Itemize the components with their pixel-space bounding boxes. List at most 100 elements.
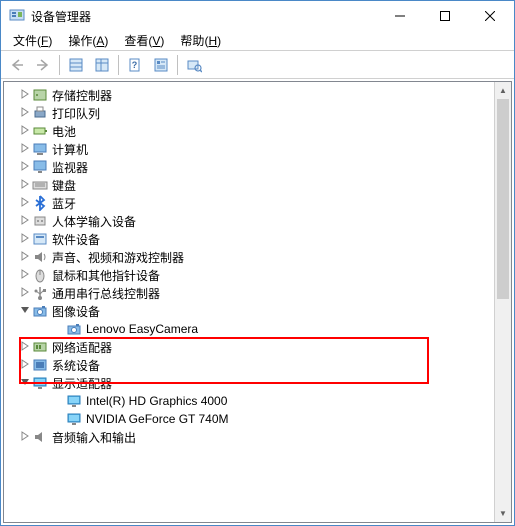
expand-icon[interactable] [18,251,32,264]
properties-button[interactable] [149,53,173,77]
device-tree-child-item[interactable]: NVIDIA GeForce GT 740M [4,410,494,428]
app-icon [9,8,25,24]
device-tree-child-item[interactable]: Intel(R) HD Graphics 4000 [4,392,494,410]
forward-button[interactable] [31,53,55,77]
menubar: 文件(F) 操作(A) 查看(V) 帮助(H) [1,31,514,51]
tree-item-label: 系统设备 [52,357,100,374]
device-tree-item[interactable]: 图像设备 [4,302,494,320]
menu-file[interactable]: 文件(F) [5,31,60,50]
tree-item-label: 软件设备 [52,231,100,248]
computer-icon [32,141,48,157]
collapse-icon[interactable] [18,377,32,390]
tree-item-label: 音频输入和输出 [52,429,136,446]
display-icon [66,411,82,427]
scroll-up-arrow[interactable]: ▲ [495,82,511,99]
tree-item-label: 显示适配器 [52,375,112,392]
close-button[interactable] [467,2,512,30]
device-tree-item[interactable]: 音频输入和输出 [4,428,494,446]
tree-item-label: 蓝牙 [52,195,76,212]
expand-icon[interactable] [18,143,32,156]
expand-icon[interactable] [18,197,32,210]
device-tree-item[interactable]: 存储控制器 [4,86,494,104]
expand-icon[interactable] [18,107,32,120]
tree-item-label: 图像设备 [52,303,100,320]
tree-item-label: 打印队列 [52,105,100,122]
toolbar: ? [1,51,514,79]
scan-hardware-button[interactable] [182,53,206,77]
device-tree[interactable]: 存储控制器打印队列电池计算机监视器键盘蓝牙人体学输入设备软件设备声音、视频和游戏… [4,82,494,522]
expand-icon[interactable] [18,125,32,138]
device-tree-item[interactable]: 通用串行总线控制器 [4,284,494,302]
expand-icon[interactable] [18,341,32,354]
expand-icon[interactable] [18,431,32,444]
minimize-button[interactable] [377,2,422,30]
expand-icon[interactable] [18,233,32,246]
audio-icon [32,429,48,445]
device-manager-window: 设备管理器 文件(F) 操作(A) 查看(V) 帮助(H) ? 存储控制器打印队… [0,0,515,526]
device-tree-item[interactable]: 网络适配器 [4,338,494,356]
tree-item-label: 电池 [52,123,76,140]
sound-icon [32,249,48,265]
device-tree-item[interactable]: 声音、视频和游戏控制器 [4,248,494,266]
toolbar-separator [177,55,178,75]
printer-icon [32,105,48,121]
device-tree-item[interactable]: 蓝牙 [4,194,494,212]
battery-icon [32,123,48,139]
menu-action[interactable]: 操作(A) [60,31,116,50]
back-button[interactable] [5,53,29,77]
tree-item-label: 键盘 [52,177,76,194]
collapse-icon[interactable] [18,305,32,318]
expand-icon[interactable] [18,215,32,228]
tree-item-label: 监视器 [52,159,88,176]
vertical-scrollbar[interactable]: ▲ ▼ [494,82,511,522]
expand-icon[interactable] [18,359,32,372]
device-tree-item[interactable]: 键盘 [4,176,494,194]
view-list-button[interactable] [64,53,88,77]
device-tree-item[interactable]: 软件设备 [4,230,494,248]
expand-icon[interactable] [18,269,32,282]
toolbar-separator [118,55,119,75]
display-icon [66,393,82,409]
tree-item-label: 计算机 [52,141,88,158]
tree-item-label: 通用串行总线控制器 [52,285,160,302]
camera-icon [66,321,82,337]
storage-icon [32,87,48,103]
device-tree-item[interactable]: 监视器 [4,158,494,176]
device-tree-item[interactable]: 鼠标和其他指针设备 [4,266,494,284]
device-tree-child-item[interactable]: Lenovo EasyCamera [4,320,494,338]
tree-item-label: 网络适配器 [52,339,112,356]
expand-icon[interactable] [18,287,32,300]
device-tree-item[interactable]: 电池 [4,122,494,140]
help-button[interactable]: ? [123,53,147,77]
device-tree-item[interactable]: 打印队列 [4,104,494,122]
device-tree-item[interactable]: 人体学输入设备 [4,212,494,230]
device-tree-item[interactable]: 显示适配器 [4,374,494,392]
expand-icon[interactable] [18,89,32,102]
display-icon [32,375,48,391]
tree-item-label: 声音、视频和游戏控制器 [52,249,184,266]
titlebar[interactable]: 设备管理器 [1,1,514,31]
maximize-button[interactable] [422,2,467,30]
device-tree-item[interactable]: 系统设备 [4,356,494,374]
software-icon [32,231,48,247]
scroll-thumb[interactable] [497,99,509,299]
view-details-button[interactable] [90,53,114,77]
tree-item-label: 存储控制器 [52,87,112,104]
scroll-down-arrow[interactable]: ▼ [495,505,511,522]
tree-item-label: Intel(R) HD Graphics 4000 [86,394,227,408]
menu-view[interactable]: 查看(V) [116,31,172,50]
menu-help[interactable]: 帮助(H) [172,31,229,50]
tree-item-label: 人体学输入设备 [52,213,136,230]
svg-text:?: ? [132,60,138,70]
window-controls [377,2,512,30]
window-title: 设备管理器 [31,8,377,25]
keyboard-icon [32,177,48,193]
camera-icon [32,303,48,319]
tree-item-label: 鼠标和其他指针设备 [52,267,160,284]
mouse-icon [32,267,48,283]
expand-icon[interactable] [18,179,32,192]
monitor-icon [32,159,48,175]
device-tree-item[interactable]: 计算机 [4,140,494,158]
expand-icon[interactable] [18,161,32,174]
system-icon [32,357,48,373]
